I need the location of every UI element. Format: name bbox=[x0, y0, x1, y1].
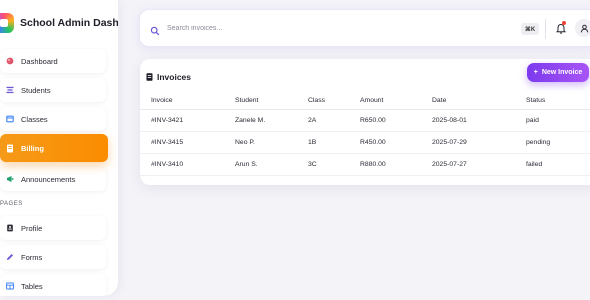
column-header-amount[interactable]: Amount bbox=[360, 92, 432, 110]
classes-icon bbox=[6, 115, 14, 123]
table-header-row: Invoice Student Class Amount Date Status bbox=[140, 92, 590, 110]
class-cell: 2A bbox=[308, 109, 360, 132]
sidebar-item-label: Dashboard bbox=[21, 56, 58, 66]
students-icon bbox=[6, 86, 14, 94]
date-cell: 2025-07-29 bbox=[432, 131, 526, 154]
megaphone-icon bbox=[6, 175, 14, 183]
date-cell: 2025-08-01 bbox=[432, 109, 526, 132]
student-cell: Zanele M. bbox=[235, 109, 308, 132]
notification-dot bbox=[562, 21, 566, 25]
billing-icon bbox=[6, 144, 14, 152]
sidebar-item-tables[interactable]: Tables bbox=[0, 274, 106, 296]
student-cell: Neo P. bbox=[235, 131, 308, 154]
new-invoice-button[interactable]: + New Invoice bbox=[527, 63, 589, 82]
column-header-student[interactable]: Student bbox=[235, 92, 308, 110]
status-cell: paid bbox=[526, 109, 590, 132]
search-input[interactable] bbox=[167, 21, 467, 35]
date-cell: 2025-07-27 bbox=[432, 153, 526, 176]
top-bar: ⌘K bbox=[139, 9, 590, 47]
sidebar-item-dashboard[interactable]: Dashboard bbox=[0, 49, 106, 73]
invoice-id-cell: #INV-3421 bbox=[140, 109, 235, 132]
amount-cell: R450.00 bbox=[360, 131, 432, 154]
column-header-date[interactable]: Date bbox=[432, 92, 526, 110]
sidebar-item-label: Announcements bbox=[21, 174, 76, 184]
sidebar-item-label: Billing bbox=[21, 143, 44, 153]
table-row[interactable]: #INV-3421 Zanele M. 2A R650.00 2025-08-0… bbox=[140, 109, 590, 132]
profile-icon bbox=[6, 224, 14, 232]
card-header: Invoices bbox=[146, 68, 191, 86]
sidebar-item-announcements[interactable]: Announcements bbox=[0, 167, 106, 191]
app-logo-icon bbox=[0, 13, 14, 33]
status-cell: pending bbox=[526, 131, 590, 154]
plus-icon: + bbox=[533, 69, 538, 76]
search-shortcut-badge: ⌘K bbox=[521, 23, 539, 35]
notifications-button[interactable] bbox=[555, 21, 567, 34]
palette-icon bbox=[6, 57, 14, 65]
search-icon bbox=[150, 23, 160, 36]
sidebar-item-label: Students bbox=[21, 85, 51, 95]
sidebar-item-forms[interactable]: Forms bbox=[0, 245, 106, 269]
class-cell: 1B bbox=[308, 131, 360, 154]
sidebar-item-label: Profile bbox=[21, 223, 43, 233]
sidebar-item-label: Classes bbox=[21, 114, 48, 124]
invoice-id-cell: #INV-3415 bbox=[140, 131, 235, 154]
bell-icon bbox=[555, 23, 567, 34]
column-header-class[interactable]: Class bbox=[308, 92, 360, 110]
column-header-status[interactable]: Status bbox=[526, 92, 590, 110]
table-row[interactable]: #INV-3410 Arun S. 3C R880.00 2025-07-27 … bbox=[140, 153, 590, 176]
table-icon bbox=[6, 282, 14, 290]
app-title: School Admin Dash bbox=[20, 17, 118, 29]
amount-cell: R880.00 bbox=[360, 153, 432, 176]
invoices-card: Invoices + New Invoice Invoice Student C… bbox=[140, 59, 590, 185]
sidebar-item-label: Tables bbox=[21, 281, 43, 291]
new-invoice-label: New Invoice bbox=[541, 69, 583, 76]
sidebar-item-profile[interactable]: Profile bbox=[0, 216, 106, 240]
class-cell: 3C bbox=[308, 153, 360, 176]
amount-cell: R650.00 bbox=[360, 109, 432, 132]
status-cell: failed bbox=[526, 153, 590, 176]
invoice-id-cell: #INV-3410 bbox=[140, 153, 235, 176]
user-icon bbox=[580, 24, 588, 32]
brand: School Admin Dash bbox=[0, 12, 118, 34]
invoice-doc-icon bbox=[146, 68, 153, 86]
divider bbox=[545, 19, 546, 39]
column-header-invoice[interactable]: Invoice bbox=[140, 92, 235, 110]
invoices-table: Invoice Student Class Amount Date Status… bbox=[140, 92, 590, 176]
sidebar-item-billing[interactable]: Billing bbox=[0, 134, 108, 162]
pencil-icon bbox=[6, 253, 14, 261]
sidebar-item-classes[interactable]: Classes bbox=[0, 107, 106, 131]
user-menu-button[interactable] bbox=[575, 19, 590, 37]
sidebar-item-label: Forms bbox=[21, 252, 43, 262]
page-title: Invoices bbox=[157, 72, 192, 82]
sidebar-item-students[interactable]: Students bbox=[0, 78, 106, 102]
sidebar: School Admin Dash Dashboard Students Cla… bbox=[0, 0, 118, 296]
table-row[interactable]: #INV-3415 Neo P. 1B R450.00 2025-07-29 p… bbox=[140, 131, 590, 154]
section-label-pages: PAGES bbox=[0, 201, 23, 207]
student-cell: Arun S. bbox=[235, 153, 308, 176]
